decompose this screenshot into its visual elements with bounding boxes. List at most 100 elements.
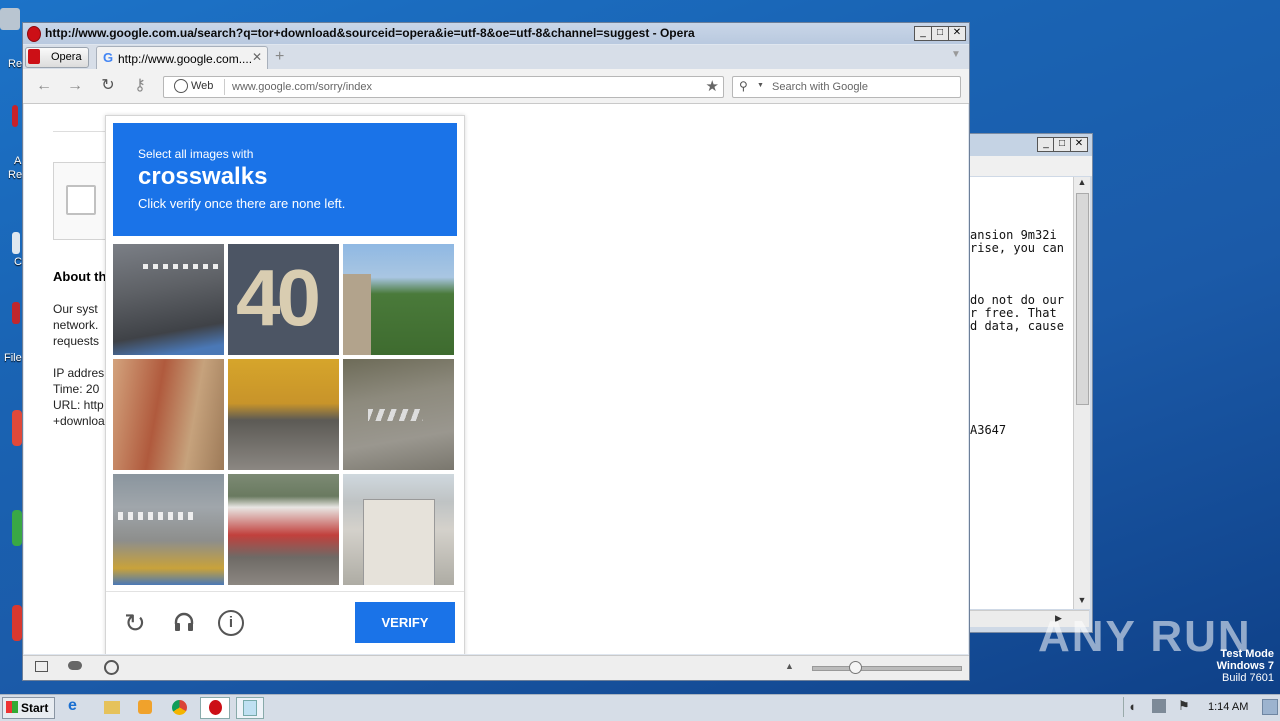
show-desktop-button[interactable] xyxy=(1262,699,1278,715)
address-divider xyxy=(224,79,225,95)
minimize-button[interactable]: _ xyxy=(914,26,932,41)
ie-icon[interactable]: e xyxy=(68,697,94,717)
window-titlebar[interactable]: http://www.google.com.ua/search?q=tor+do… xyxy=(23,23,969,44)
captcha-tile-6[interactable] xyxy=(343,359,454,470)
captcha-footer-divider xyxy=(106,591,464,592)
zoom-up-icon[interactable]: ▲ xyxy=(785,661,794,671)
scroll-up-arrow-icon[interactable]: ▲ xyxy=(1074,177,1090,191)
desktop-icon-label: C xyxy=(14,256,22,268)
notepad-taskbar-button[interactable] xyxy=(236,697,264,719)
crosswalk-stripes xyxy=(143,264,221,269)
chrome-icon[interactable] xyxy=(172,697,198,717)
reload-icon[interactable]: ↻ xyxy=(99,77,117,95)
build-label: Build 7601 xyxy=(1222,672,1274,684)
notepad-line: rise, you can xyxy=(970,241,1064,255)
forward-arrow-icon[interactable]: → xyxy=(66,77,84,95)
web-globe-icon xyxy=(174,79,188,93)
volume-icon[interactable]: ◖ xyxy=(1128,699,1136,714)
search-field[interactable]: ⚲ ▼ Search with Google xyxy=(732,76,961,98)
tab-label: http://www.google.com.... xyxy=(118,52,253,66)
opera-turbo-icon[interactable] xyxy=(68,661,82,670)
body-line: requests xyxy=(53,334,100,348)
close-button[interactable]: ✕ xyxy=(948,26,966,41)
captcha-tile-9[interactable] xyxy=(343,474,454,585)
notepad-window[interactable]: _ □ ✕ ansion 9m32i rise, you can do not … xyxy=(968,133,1093,633)
scroll-thumb[interactable] xyxy=(1076,193,1089,405)
network-icon[interactable] xyxy=(1152,699,1166,713)
search-engine-label: Web xyxy=(191,80,214,92)
header-divider xyxy=(53,131,113,132)
media-player-icon[interactable] xyxy=(138,697,164,717)
status-bar: ▲ xyxy=(23,655,969,680)
info-icon[interactable]: i xyxy=(218,610,244,636)
navigation-toolbar: ← → ↻ ⚷ Web www.google.com/sorry/index ★… xyxy=(23,69,969,104)
windows-logo-icon xyxy=(6,701,18,713)
explorer-icon[interactable] xyxy=(104,697,130,717)
captcha-tile-7[interactable] xyxy=(113,474,224,585)
notepad-vertical-scrollbar[interactable]: ▲ ▼ xyxy=(1073,177,1090,609)
notepad-line: d data, cause xyxy=(970,319,1064,333)
tile-building xyxy=(343,274,371,355)
search-icon: ⚲ xyxy=(739,79,748,93)
captcha-tile-4[interactable] xyxy=(113,359,224,470)
address-bar[interactable]: Web www.google.com/sorry/index ★ xyxy=(163,76,724,98)
back-arrow-icon[interactable]: ← xyxy=(35,77,53,95)
info-line: URL: http xyxy=(53,398,104,412)
notepad-menubar xyxy=(969,156,1092,176)
recaptcha-checkbox[interactable] xyxy=(66,185,96,215)
captcha-tile-5[interactable] xyxy=(228,359,339,470)
crosswalk-stripes xyxy=(368,409,423,421)
tab-close-icon[interactable]: ✕ xyxy=(252,50,262,64)
desktop-icon-label: A xyxy=(14,155,22,167)
reload-challenge-icon[interactable]: ↻ xyxy=(124,608,146,639)
panel-toggle-icon[interactable] xyxy=(35,661,48,672)
recycle-bin-icon xyxy=(0,8,20,30)
maximize-button[interactable]: □ xyxy=(931,26,949,41)
body-line: network. xyxy=(53,318,99,332)
captcha-tile-2[interactable]: 40 xyxy=(228,244,339,355)
opera-window[interactable]: http://www.google.com.ua/search?q=tor+do… xyxy=(22,22,970,681)
filezilla-icon xyxy=(12,302,20,324)
captcha-tile-8[interactable] xyxy=(228,474,339,585)
new-tab-icon[interactable]: + xyxy=(275,48,284,66)
notepad-text-area[interactable]: ansion 9m32i rise, you can do not do our… xyxy=(969,177,1073,609)
captcha-tile-3[interactable] xyxy=(343,244,454,355)
desktop-icon-partial-3[interactable] xyxy=(12,605,22,641)
captcha-tile-1[interactable] xyxy=(113,244,224,355)
tab-google[interactable]: G http://www.google.com.... ✕ xyxy=(96,46,268,70)
opera-taskbar-button[interactable] xyxy=(200,697,230,719)
verify-button[interactable]: VERIFY xyxy=(355,602,455,643)
taskbar: Start e ◖ ⚑ 1:14 AM xyxy=(0,694,1280,721)
opera-menu-button[interactable]: Opera xyxy=(25,47,89,68)
desktop-icon-label: Re xyxy=(8,58,23,70)
scroll-down-arrow-icon[interactable]: ▼ xyxy=(1074,595,1090,609)
zoom-slider[interactable] xyxy=(812,661,962,674)
clock[interactable]: 1:14 AM xyxy=(1208,701,1248,713)
tile-road-number: 40 xyxy=(236,253,321,342)
page-content: About th Our syst network. requests IP a… xyxy=(24,104,968,654)
desktop-icon-label: File xyxy=(4,352,22,364)
search-dropdown-icon[interactable]: ▼ xyxy=(757,82,764,89)
address-text[interactable]: www.google.com/sorry/index xyxy=(232,81,372,93)
desktop-icon-label: Re xyxy=(8,169,23,181)
start-button[interactable]: Start xyxy=(2,697,55,719)
about-heading: About th xyxy=(53,269,107,284)
acrobat-icon xyxy=(12,105,18,127)
desktop-icon-partial-1[interactable] xyxy=(12,410,22,446)
test-mode-label: Test Mode xyxy=(1220,648,1274,660)
bookmark-star-icon[interactable]: ★ xyxy=(706,77,719,95)
info-line: +downloa xyxy=(53,414,105,428)
maximize-button[interactable]: □ xyxy=(1053,137,1071,152)
info-line: IP addres xyxy=(53,366,105,380)
key-icon[interactable]: ⚷ xyxy=(131,77,149,95)
captcha-instruction-top: Select all images with xyxy=(138,147,254,161)
action-center-flag-icon[interactable]: ⚑ xyxy=(1178,698,1190,714)
zoom-slider-thumb[interactable] xyxy=(849,661,862,674)
notepad-titlebar[interactable]: _ □ ✕ xyxy=(969,134,1092,156)
speed-dial-icon[interactable] xyxy=(104,660,119,675)
tray-divider xyxy=(1123,697,1124,717)
close-button[interactable]: ✕ xyxy=(1070,137,1088,152)
tab-list-chevron-icon[interactable]: ▼ xyxy=(951,49,961,60)
audio-challenge-icon[interactable] xyxy=(172,610,194,632)
desktop-icon-partial-2[interactable] xyxy=(12,510,22,546)
